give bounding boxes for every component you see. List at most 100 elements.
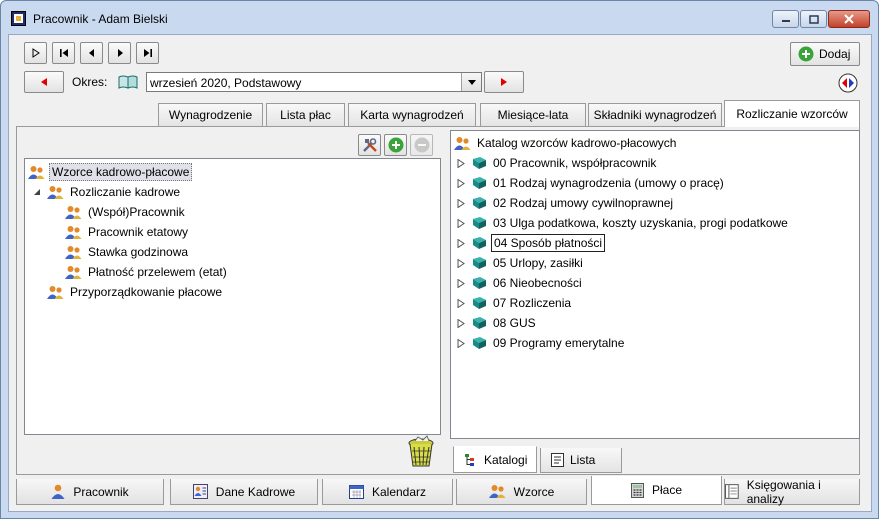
tab-skladniki-wynagrodzen[interactable]: Składniki wynagrodzeń — [588, 103, 722, 126]
catalog-item-label: 01 Rodzaj wynagrodzenia (umowy o pracę) — [493, 176, 724, 190]
first-record-button[interactable] — [24, 42, 47, 64]
navigator-circle-icon[interactable] — [838, 73, 858, 93]
main-tab-wzorce[interactable]: Wzorce — [456, 479, 587, 505]
app-window: Pracownik - Adam Bielski Dodaj Okres: wr… — [0, 0, 879, 519]
tree-node-label: Przyporządkowanie płacowe — [70, 285, 223, 299]
catalog-item[interactable]: 05 Urlopy, zasiłki — [457, 254, 585, 272]
tree-node-przyporzadkowanie[interactable]: Przyporządkowanie płacowe — [47, 283, 224, 301]
tab-label: Składniki wynagrodzeń — [593, 108, 717, 122]
tree-node-label: Płatność przelewem (etat) — [88, 265, 227, 279]
triangle-right-icon[interactable] — [457, 298, 465, 308]
settings-tool-button[interactable] — [358, 134, 381, 156]
tab-rozliczanie-wzorcow[interactable]: Rozliczanie wzorców — [724, 100, 860, 127]
go-first-button[interactable] — [52, 42, 75, 64]
add-node-button[interactable] — [384, 134, 407, 156]
people-icon — [65, 265, 82, 279]
next-period-button[interactable] — [484, 71, 524, 93]
client-area: Dodaj Okres: wrzesień 2020, Podstawowy W… — [8, 34, 872, 512]
triangle-right-icon[interactable] — [457, 338, 465, 348]
main-tab-pracownik[interactable]: Pracownik — [16, 479, 164, 505]
catalog-item[interactable]: 03 Ulga podatkowa, koszty uzyskania, pro… — [457, 214, 790, 232]
ledger-icon — [725, 484, 739, 499]
triangle-right-icon[interactable] — [457, 198, 465, 208]
skip-end-icon — [143, 49, 152, 57]
tab-miesiace-lata[interactable]: Miesiące-lata — [480, 103, 586, 126]
main-tab-ksiegowania[interactable]: Księgowania i analizy — [724, 478, 860, 506]
main-tab-dane-kadrowe[interactable]: Dane Kadrowe — [170, 479, 318, 505]
main-tab-label: Pracownik — [73, 484, 129, 499]
triangle-right-icon[interactable] — [457, 278, 465, 288]
catalog-item[interactable]: 08 GUS — [457, 314, 538, 332]
catalog-item[interactable]: 01 Rodzaj wynagrodzenia (umowy o pracę) — [457, 174, 726, 192]
tree-node-stawka-godzinowa[interactable]: Stawka godzinowa — [65, 243, 190, 261]
close-icon — [844, 14, 854, 24]
play-outline-icon — [32, 48, 40, 58]
tab-lista-plac[interactable]: Lista płac — [266, 103, 345, 126]
catalog-item[interactable]: 09 Programy emerytalne — [457, 334, 626, 352]
tab-karta-wynagrodzen[interactable]: Karta wynagrodzeń — [348, 103, 476, 126]
triangle-right-icon[interactable] — [457, 218, 465, 228]
catalog-item[interactable]: 02 Rodzaj umowy cywilnoprawnej — [457, 194, 675, 212]
tree-node-wzorce[interactable]: Wzorce kadrowo-płacowe — [28, 163, 193, 181]
tab-wynagrodzenie[interactable]: Wynagrodzenie — [158, 103, 263, 126]
maximize-button[interactable] — [800, 10, 827, 28]
main-tab-label: Dane Kadrowe — [215, 484, 296, 499]
app-icon — [11, 11, 26, 26]
trash-basket-icon[interactable] — [404, 435, 438, 469]
catalog-item-label: 06 Nieobecności — [493, 276, 582, 290]
prev-period-button[interactable] — [24, 71, 64, 93]
catalog-tree[interactable]: Katalog wzorców kadrowo-płacowych 00 Pra… — [450, 130, 860, 439]
tree-node-rozliczanie-kadrowe[interactable]: Rozliczanie kadrowe — [33, 183, 182, 201]
red-arrow-right-icon — [501, 78, 507, 86]
list-icon — [551, 453, 564, 467]
plus-circle-icon — [388, 137, 403, 153]
add-button-label: Dodaj — [819, 47, 851, 61]
catalog-item-label: 07 Rozliczenia — [493, 296, 572, 310]
triangle-right-icon[interactable] — [457, 158, 465, 168]
go-last-button[interactable] — [136, 42, 159, 64]
catalog-root[interactable]: Katalog wzorców kadrowo-płacowych — [454, 134, 678, 152]
main-tab-kalendarz[interactable]: Kalendarz — [322, 479, 453, 505]
period-combobox[interactable]: wrzesień 2020, Podstawowy — [146, 72, 482, 92]
book-icon — [473, 197, 486, 209]
tab-katalogi[interactable]: Katalogi — [453, 446, 537, 473]
tree-node-wspol-pracownik[interactable]: (Współ)Pracownik — [65, 203, 187, 221]
person-icon — [51, 484, 65, 499]
triangle-right-icon[interactable] — [457, 318, 465, 328]
catalog-item[interactable]: 00 Pracownik, współpracownik — [457, 154, 658, 172]
tree-node-pracownik-etatowy[interactable]: Pracownik etatowy — [65, 223, 190, 241]
tab-label: Karta wynagrodzeń — [360, 108, 464, 122]
title-bar: Pracownik - Adam Bielski — [1, 1, 878, 35]
tree-node-label: Wzorce kadrowo-płacowe — [49, 163, 193, 181]
minimize-button[interactable] — [772, 10, 799, 28]
remove-node-button[interactable] — [410, 134, 433, 156]
open-book-icon — [118, 75, 138, 89]
catalog-item[interactable]: 04 Sposób płatności — [457, 234, 606, 252]
add-button[interactable]: Dodaj — [790, 42, 860, 66]
book-icon — [473, 257, 486, 269]
book-icon — [473, 217, 486, 229]
triangle-down-icon[interactable] — [33, 188, 41, 196]
close-button[interactable] — [828, 10, 870, 28]
triangle-right-icon[interactable] — [457, 178, 465, 188]
minus-circle-icon — [414, 137, 429, 153]
catalog-item-label: 03 Ulga podatkowa, koszty uzyskania, pro… — [493, 216, 788, 230]
triangle-right-icon[interactable] — [457, 258, 465, 268]
triangle-right-icon[interactable] — [457, 238, 465, 248]
next-button[interactable] — [108, 42, 131, 64]
window-title: Pracownik - Adam Bielski — [33, 12, 168, 26]
previous-button[interactable] — [80, 42, 103, 64]
templates-tree[interactable]: Wzorce kadrowo-płacowe Rozliczanie kadro… — [24, 158, 441, 435]
tree-node-platnosc-przelewem[interactable]: Płatność przelewem (etat) — [65, 263, 229, 281]
people-icon — [488, 485, 506, 498]
period-label: Okres: — [72, 75, 108, 89]
catalog-item[interactable]: 07 Rozliczenia — [457, 294, 573, 312]
catalog-item-label: 02 Rodzaj umowy cywilnoprawnej — [493, 196, 674, 210]
catalog-item[interactable]: 06 Nieobecności — [457, 274, 584, 292]
book-icon — [473, 237, 486, 249]
catalog-item-label: 05 Urlopy, zasiłki — [493, 256, 583, 270]
period-dropdown-button[interactable] — [461, 73, 481, 91]
people-icon — [47, 185, 64, 199]
main-tab-place[interactable]: Płace — [591, 476, 722, 505]
tab-lista[interactable]: Lista — [540, 448, 622, 473]
